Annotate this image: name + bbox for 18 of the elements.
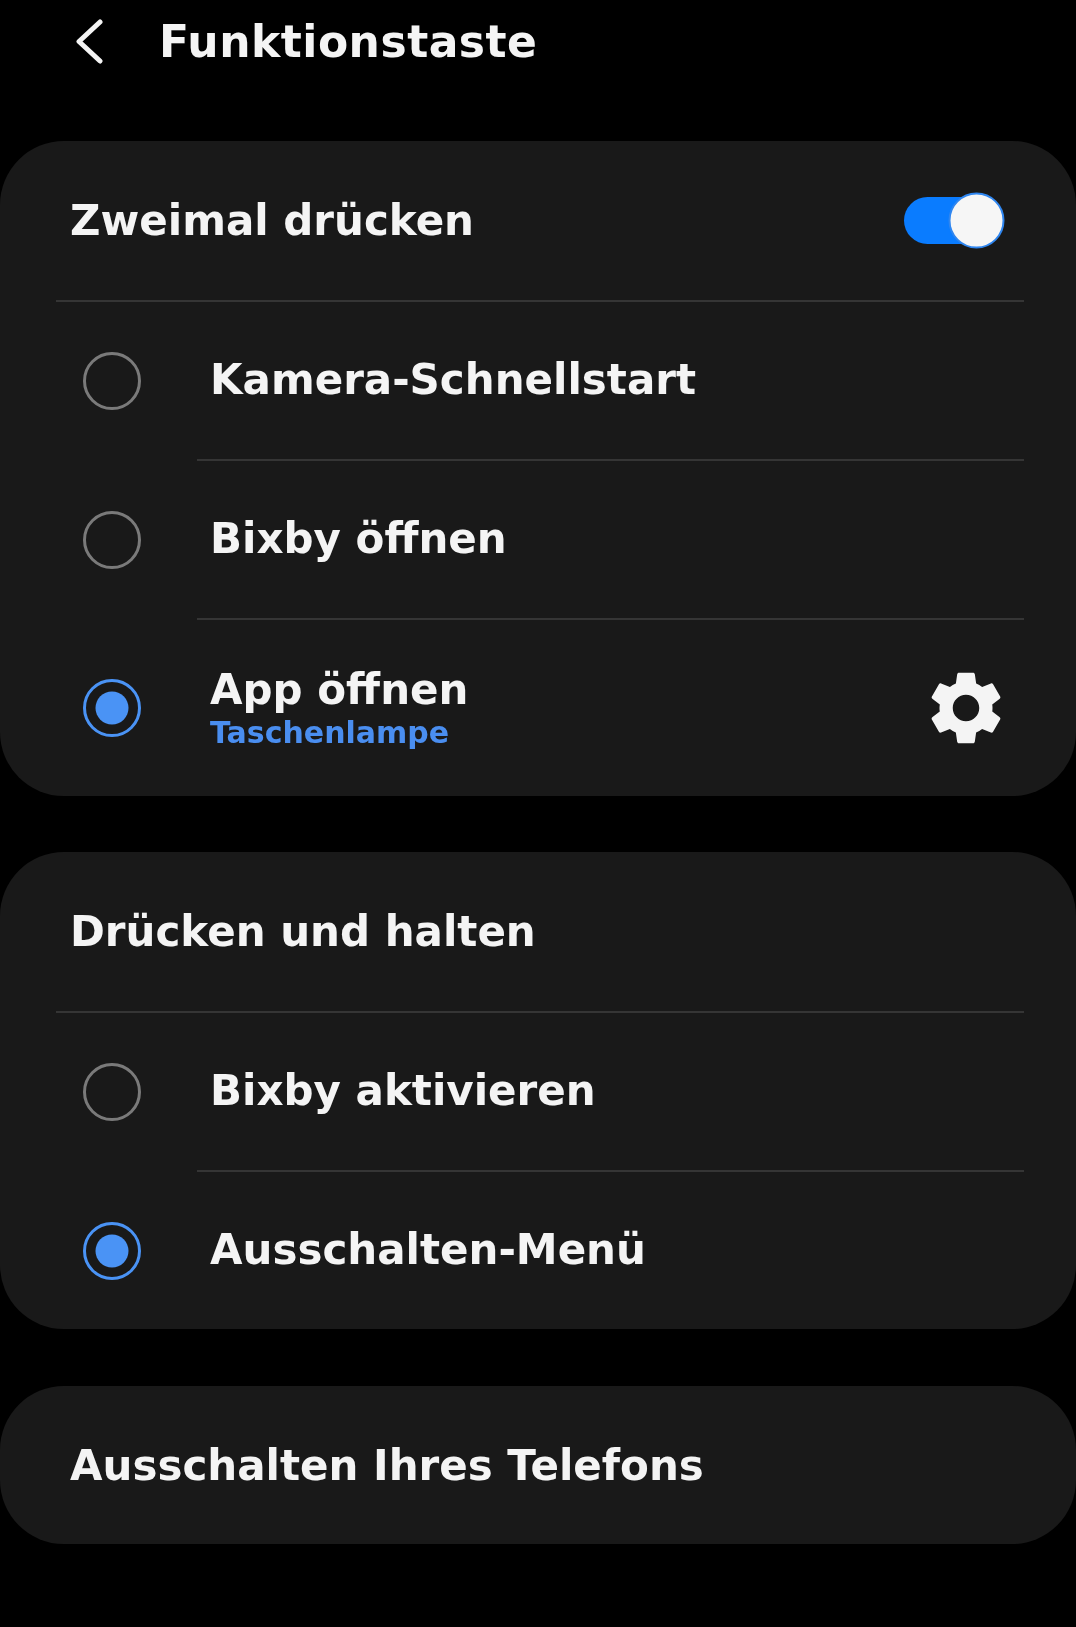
back-icon[interactable] xyxy=(73,18,104,64)
page-title: Funktionstaste xyxy=(159,15,538,67)
section-title: Zweimal drücken xyxy=(70,196,475,245)
radio-button[interactable] xyxy=(83,1221,141,1280)
option-label: Ausschalten-Menü xyxy=(210,1226,647,1275)
power-off-link[interactable]: Ausschalten Ihres Telefons xyxy=(70,1440,704,1490)
option-label: Bixby öffnen xyxy=(210,515,508,564)
option-subtitle: Taschenlampe xyxy=(210,715,451,751)
option-label: App öffnen xyxy=(210,665,470,714)
radio-button[interactable] xyxy=(83,679,141,737)
radio-button[interactable] xyxy=(83,510,141,569)
settings-icon[interactable] xyxy=(931,671,1001,745)
option-label: Kamera-Schnellstart xyxy=(210,356,698,405)
toggle-switch[interactable] xyxy=(903,192,1005,249)
radio-button[interactable] xyxy=(83,351,141,410)
section-title: Drücken und halten xyxy=(70,907,536,956)
option-label: Bixby aktivieren xyxy=(210,1067,597,1116)
radio-button[interactable] xyxy=(83,1062,141,1121)
